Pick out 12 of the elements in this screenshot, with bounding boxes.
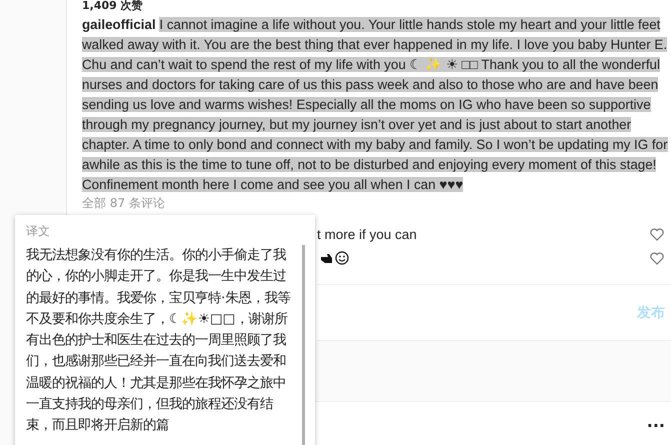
comments-link[interactable]: 全部 87 条评论 [82, 196, 671, 210]
scrollbar[interactable] [302, 245, 305, 445]
heart-icon[interactable] [650, 228, 664, 240]
popup-title: 译文 [26, 223, 51, 240]
more-button[interactable]: ... [646, 412, 665, 431]
heart-icon[interactable] [650, 252, 664, 264]
pointing-hand-icon [320, 251, 334, 265]
post-caption: gaileofficial I cannot imagine a life without you. Your little hands stole my heart and your little feet walked away with it. You are the best thing that ever happened in my life. I love you baby Hunter E. Chu and can’t wait to spend the rest of my life with you ☾ ✨ ☀ □□ Thank you to all the wonderful nurses and doctors for taking care of us this pass week and also to those who are and have been sending us love and warms wishes! Especially all the moms on IG who have been so supportive through my pregnancy journey, but my journey isn’t over yet and is just about to start another chapter. A time to only bond and connect with my baby and family. So I won’t be updating my IG for awhile as this is the time to tune off, not to be disturbed and enjoying every moment of this stage! Confinement month here I come and see you all when I can ♥♥♥ [82, 16, 669, 194]
translation-text: 我无法想象没有你的生活。你的小手偷走了我的心，你的小脚走开了。你是我一生中发生过的最好的事情。我爱你，宝贝亨特·朱恩，我等不及要和你共度余生了，☾✨☀□□，谢谢所有出色的护士和医生在过去的一周里照顾了我们，也感谢那些已经并一直在向我们送去爱和温暖的祝福的人！尤其是那些在我怀孕之旅中一直支持我的母亲们，但我的旅程还没有结束，而且即将开启新的篇 [26, 246, 292, 436]
smiley-icon [335, 251, 349, 265]
comment-text: t more if you can [317, 226, 417, 242]
likes-count: 1,409 次赞 [82, 0, 144, 12]
